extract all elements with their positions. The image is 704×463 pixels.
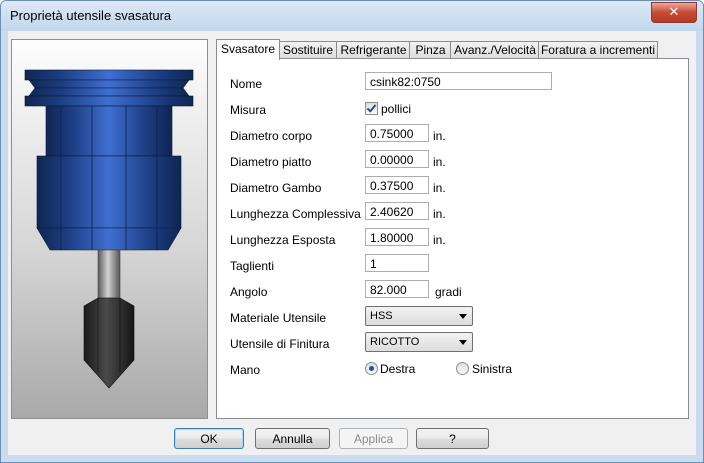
body-diameter-unit: in.	[433, 129, 446, 143]
finishing-tool-label: Utensile di Finitura	[230, 337, 330, 351]
tab-foratura-a-incrementi[interactable]: Foratura a incrementi	[538, 41, 658, 59]
tab-sostituire[interactable]: Sostituire	[278, 41, 338, 59]
overall-length-input[interactable]: 2.40620	[365, 202, 429, 220]
overall-length-unit: in.	[433, 207, 446, 221]
flutes-label: Taglienti	[230, 259, 275, 273]
overall-length-label: Lunghezza Complessiva	[230, 207, 361, 221]
hand-left-label[interactable]: Sinistra	[472, 362, 512, 376]
countersink-tool-icon	[24, 69, 194, 389]
name-input[interactable]: csink82:0750	[365, 72, 552, 90]
shank-diameter-unit: in.	[433, 181, 446, 195]
hand-label: Mano	[230, 363, 261, 377]
dialog-window: Proprietà utensile svasatura ✕ Svasatore…	[0, 0, 704, 463]
apply-button[interactable]: Applica	[339, 428, 408, 449]
tab-svasatore[interactable]: Svasatore	[216, 39, 280, 60]
flutes-input[interactable]: 1	[365, 254, 429, 272]
help-button[interactable]: ?	[416, 428, 489, 449]
close-icon: ✕	[668, 4, 680, 19]
shank-diameter-input[interactable]: 0.37500	[365, 176, 429, 194]
inches-checkbox[interactable]	[365, 102, 378, 115]
title-bar[interactable]: Proprietà utensile svasatura ✕	[1, 1, 703, 31]
finishing-tool-select[interactable]: RICOTTO	[365, 332, 473, 352]
tab-pinza[interactable]: Pinza	[409, 41, 452, 59]
flat-diameter-input[interactable]: 0.00000	[365, 150, 429, 168]
exposed-length-label: Lunghezza Esposta	[230, 233, 336, 247]
finishing-tool-select-value: RICOTTO	[370, 336, 420, 348]
flat-diameter-label: Diametro piatto	[230, 155, 312, 169]
angle-unit: gradi	[435, 285, 462, 299]
tab-refrigerante[interactable]: Refrigerante	[336, 41, 411, 59]
hand-left-radio[interactable]	[456, 362, 469, 375]
material-select-value: HSS	[370, 310, 393, 322]
body-diameter-input[interactable]: 0.75000	[365, 124, 429, 142]
tab-panel-svasatore: Nome csink82:0750 Misura pollici Diametr…	[216, 58, 689, 419]
tab-avanz-velocita[interactable]: Avanz./Velocità	[450, 41, 540, 59]
material-select[interactable]: HSS	[365, 306, 473, 326]
chevron-down-icon	[459, 340, 467, 345]
dialog-client: Svasatore Sostituire Refrigerante Pinza …	[8, 31, 696, 455]
flat-diameter-unit: in.	[433, 155, 446, 169]
window-title: Proprietà utensile svasatura	[10, 8, 172, 23]
chevron-down-icon	[459, 314, 467, 319]
shank-diameter-label: Diametro Gambo	[230, 181, 322, 195]
inches-checkbox-label[interactable]: pollici	[381, 102, 411, 116]
ok-button[interactable]: OK	[174, 428, 244, 449]
hand-right-radio[interactable]	[365, 362, 378, 375]
measure-label: Misura	[230, 103, 267, 117]
exposed-length-unit: in.	[433, 233, 446, 247]
cancel-button[interactable]: Annulla	[255, 428, 330, 449]
angle-label: Angolo	[230, 285, 268, 299]
angle-input[interactable]: 82.000	[365, 280, 429, 298]
tool-preview	[11, 39, 208, 419]
exposed-length-input[interactable]: 1.80000	[365, 228, 429, 246]
material-label: Materiale Utensile	[230, 311, 327, 325]
close-button[interactable]: ✕	[651, 2, 697, 23]
name-label: Nome	[230, 77, 263, 91]
body-diameter-label: Diametro corpo	[230, 129, 313, 143]
hand-right-label[interactable]: Destra	[380, 362, 415, 376]
